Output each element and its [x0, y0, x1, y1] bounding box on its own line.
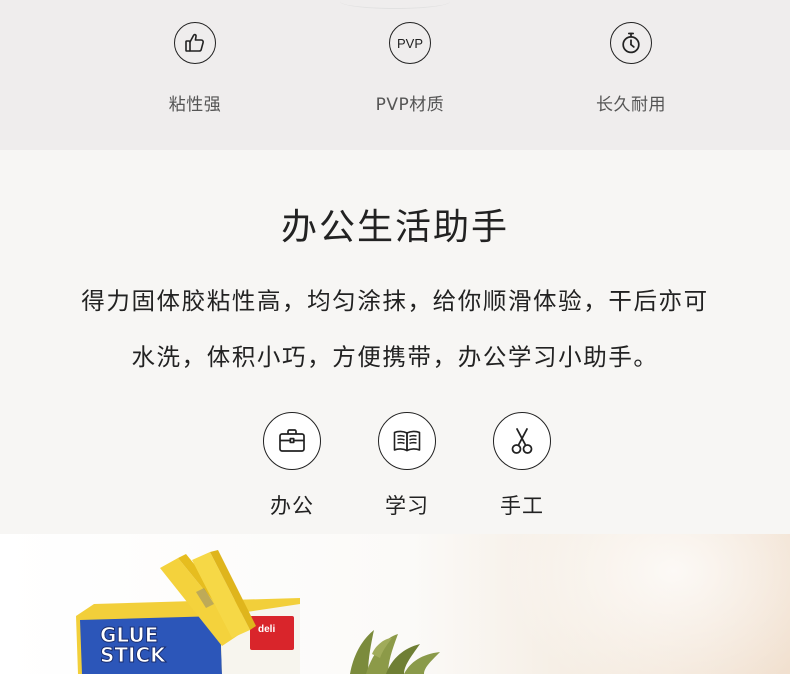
feature-label: PVP材质: [375, 95, 445, 115]
feature-material: PVP PVP材质: [330, 22, 490, 115]
pvp-icon-text: PVP: [396, 35, 423, 51]
use-label: 办公: [270, 494, 314, 518]
feature-band: 粘性强 PVP PVP材质 长久耐用: [0, 0, 790, 150]
plant-leaves: [350, 630, 440, 674]
book-icon: [378, 412, 436, 470]
use-study: 学习: [362, 412, 452, 520]
feature-durable: 长久耐用: [551, 22, 711, 115]
office-life-section: 办公生活助手 得力固体胶粘性高，均匀涂抹，给你顺滑体验，干后亦可 水洗，体积小巧…: [0, 150, 790, 534]
stopwatch-icon: [610, 22, 652, 64]
section-description-line-1: 得力固体胶粘性高，均匀涂抹，给你顺滑体验，干后亦可: [81, 287, 709, 315]
box-text-stick: STICK: [100, 643, 167, 667]
pvp-icon: PVP: [389, 22, 431, 64]
feature-label: 粘性强: [168, 95, 222, 115]
briefcase-icon: [263, 412, 321, 470]
use-crafts: 手工: [477, 412, 567, 520]
section-description-line-2: 水洗，体积小巧，方便携带，办公学习小助手。: [131, 343, 659, 371]
use-office: 办公: [247, 412, 337, 520]
section-title: 办公生活助手: [280, 207, 509, 248]
scissors-icon: [493, 412, 551, 470]
product-photo: GLUE STICK deli: [0, 534, 790, 674]
decorative-arc: [340, 0, 450, 9]
feature-label: 长久耐用: [596, 95, 666, 115]
glue-stick-scene-image: GLUE STICK deli: [76, 550, 440, 674]
use-label: 学习: [385, 494, 429, 518]
feature-adhesion: 粘性强: [115, 22, 275, 115]
use-label: 手工: [500, 494, 544, 518]
thumbs-up-icon: [174, 22, 216, 64]
brand-logo-text: deli: [258, 624, 275, 635]
